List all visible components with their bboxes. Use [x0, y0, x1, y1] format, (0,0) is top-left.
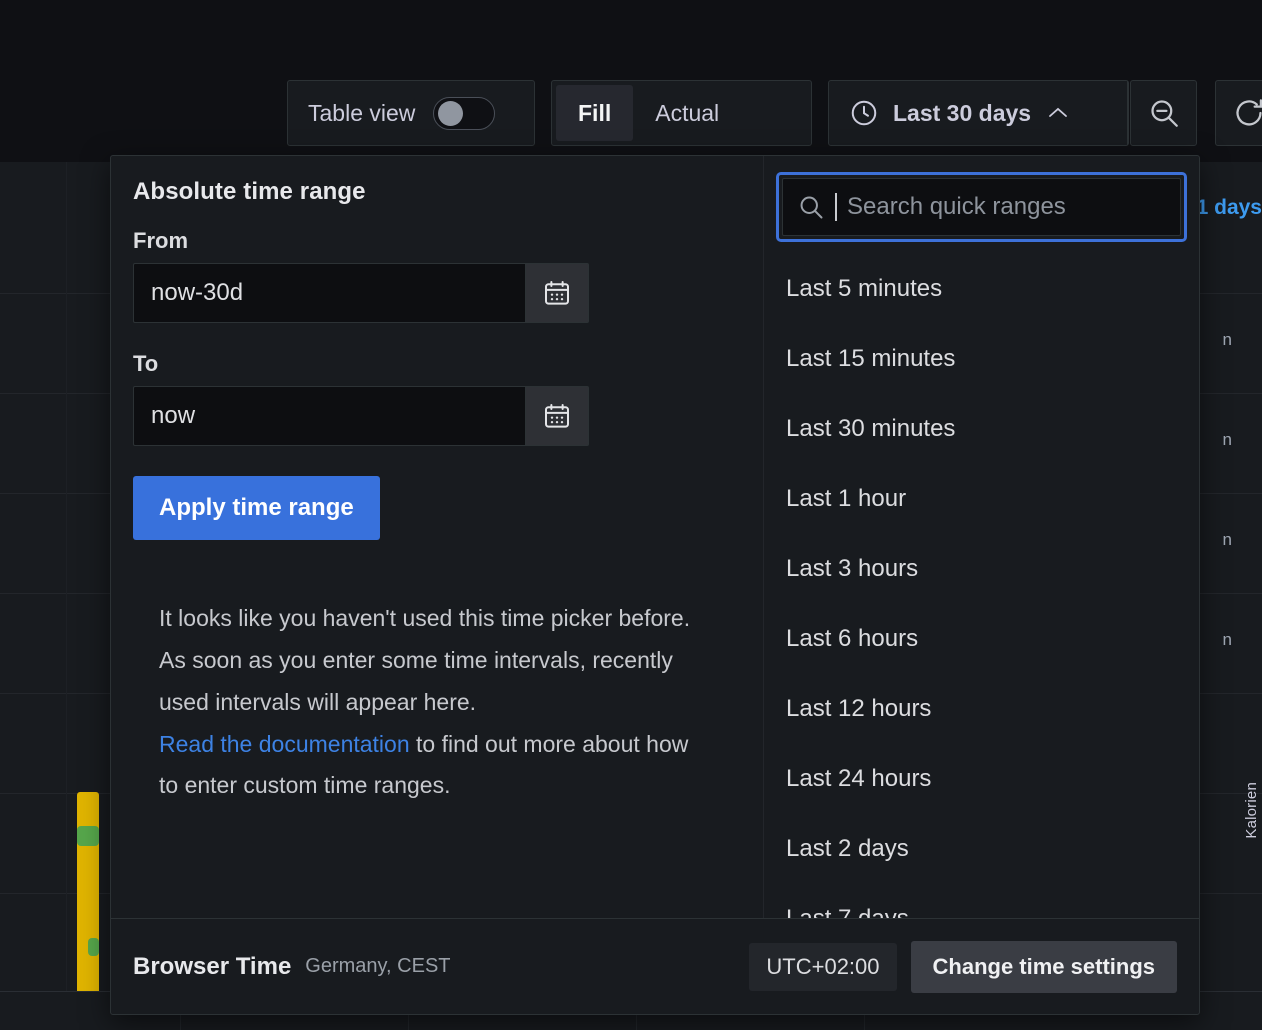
utc-offset-badge: UTC+02:00: [749, 943, 896, 991]
time-range-main[interactable]: Last 30 days: [829, 81, 1128, 145]
table-view-toggle[interactable]: Table view: [287, 80, 535, 146]
legend-fragment: n: [1223, 430, 1232, 450]
quick-range-item[interactable]: Last 6 hours: [764, 604, 1199, 674]
switch-knob: [438, 101, 463, 126]
absolute-range-title: Absolute time range: [133, 178, 741, 206]
quick-ranges-list[interactable]: Last 5 minutes Last 15 minutes Last 30 m…: [764, 248, 1199, 918]
browser-time-label: Browser Time: [133, 953, 291, 981]
to-field-row: now: [133, 386, 589, 446]
table-view-switch[interactable]: [433, 97, 495, 130]
quick-range-item[interactable]: Last 3 hours: [764, 534, 1199, 604]
legend-fragment: n: [1223, 630, 1232, 650]
from-input[interactable]: now-30d: [133, 263, 525, 323]
calendar-icon: [542, 278, 572, 308]
search-quick-ranges-input[interactable]: Search quick ranges: [782, 178, 1181, 236]
legend-fragment: n: [1223, 530, 1232, 550]
time-picker-help-text: It looks like you haven't used this time…: [159, 598, 699, 807]
to-label: To: [133, 351, 741, 377]
apply-time-range-button[interactable]: Apply time range: [133, 476, 380, 540]
app-root: n n n n Kalorien 1 days Table view Fill …: [0, 0, 1262, 1030]
time-picker-dropdown: Absolute time range From now-30d: [110, 155, 1200, 1015]
time-picker-footer: Browser Time Germany, CEST UTC+02:00 Cha…: [111, 918, 1199, 1014]
help-paragraph: It looks like you haven't used this time…: [159, 605, 690, 715]
refresh-button[interactable]: [1215, 80, 1262, 146]
to-input[interactable]: now: [133, 386, 525, 446]
text-cursor: [835, 193, 837, 221]
search-icon: [797, 193, 825, 221]
quick-ranges-section: Search quick ranges Last 5 minutes Last …: [763, 156, 1199, 918]
search-focus-ring: Search quick ranges: [776, 172, 1187, 242]
quick-range-item[interactable]: Last 1 hour: [764, 464, 1199, 534]
change-time-settings-button[interactable]: Change time settings: [911, 941, 1177, 993]
refresh-icon: [1232, 96, 1262, 130]
zoom-out-button[interactable]: [1130, 80, 1197, 146]
timezone-description: Germany, CEST: [305, 955, 450, 978]
chart-bar-cap: [77, 826, 99, 846]
quick-range-item[interactable]: Last 30 minutes: [764, 394, 1199, 464]
segment-actual[interactable]: Actual: [633, 85, 741, 141]
time-range-picker-button[interactable]: Last 30 days: [828, 80, 1129, 146]
time-range-label: Last 30 days: [893, 100, 1031, 127]
segment-fill[interactable]: Fill: [556, 85, 633, 141]
time-picker-body: Absolute time range From now-30d: [111, 156, 1199, 918]
from-field-row: now-30d: [133, 263, 589, 323]
zoom-out-icon: [1147, 96, 1181, 130]
from-calendar-button[interactable]: [525, 263, 589, 323]
calendar-icon: [542, 401, 572, 431]
chart-y-axis-title: Kalorien: [1243, 782, 1260, 839]
search-placeholder: Search quick ranges: [847, 193, 1066, 221]
clock-icon: [849, 98, 879, 128]
chevron-up-icon: [1047, 106, 1069, 120]
quick-range-item[interactable]: Last 7 days: [764, 884, 1199, 918]
search-wrapper: Search quick ranges: [764, 156, 1199, 248]
chart-bar: [77, 792, 99, 992]
chart-bar-segment: [88, 938, 99, 956]
table-view-label: Table view: [308, 100, 415, 127]
to-calendar-button[interactable]: [525, 386, 589, 446]
absolute-time-range-section: Absolute time range From now-30d: [111, 156, 763, 918]
chart-vgridline: [66, 162, 67, 992]
quick-range-item[interactable]: Last 12 hours: [764, 674, 1199, 744]
quick-range-item[interactable]: Last 15 minutes: [764, 324, 1199, 394]
from-label: From: [133, 228, 741, 254]
quick-range-item[interactable]: Last 24 hours: [764, 744, 1199, 814]
documentation-link[interactable]: Read the documentation: [159, 731, 410, 757]
fill-actual-segmented-control: Fill Actual: [551, 80, 812, 146]
legend-fragment: n: [1223, 330, 1232, 350]
quick-range-item[interactable]: Last 5 minutes: [764, 254, 1199, 324]
chart-time-annotation: 1 days: [1197, 196, 1262, 220]
quick-range-item[interactable]: Last 2 days: [764, 814, 1199, 884]
